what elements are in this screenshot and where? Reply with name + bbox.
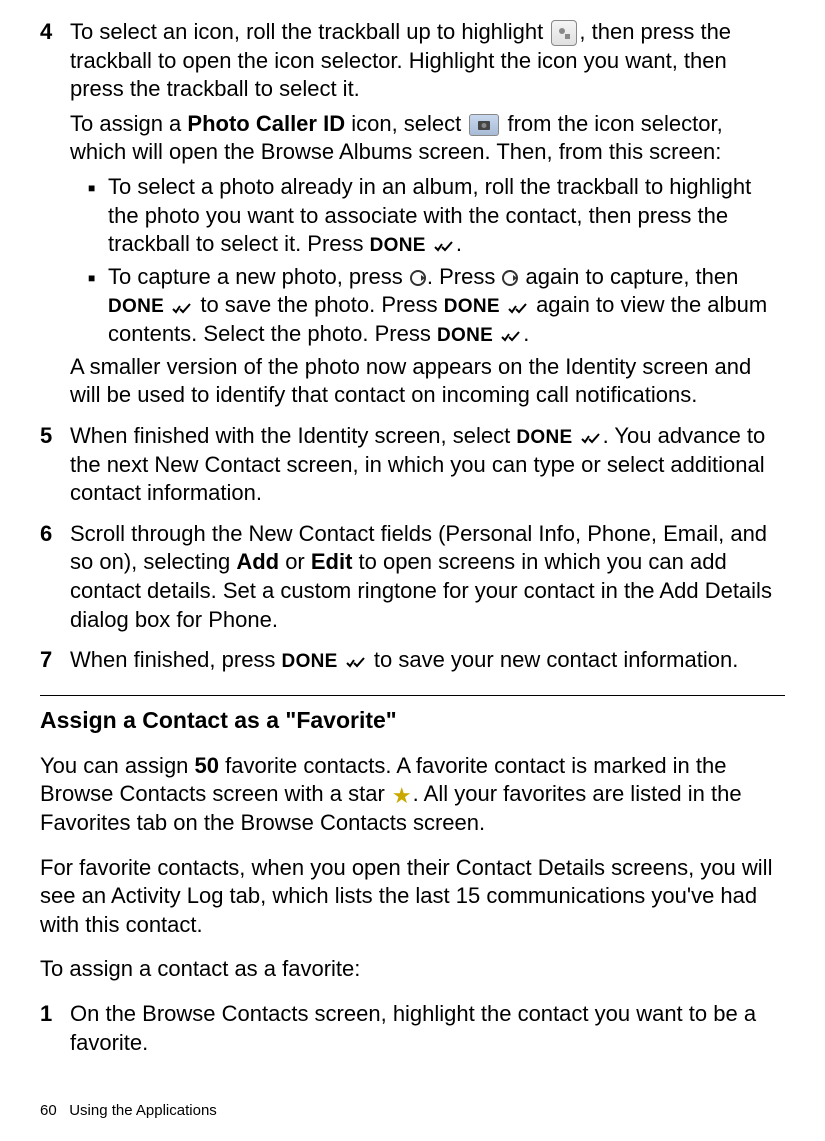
page-footer: 60 Using the Applications [40,1101,785,1121]
capture-icon [410,270,426,286]
step-number: 5 [40,422,70,514]
step-number: 1 [40,1000,70,1063]
favorites-intro: You can assign 50 favorite contacts. A f… [40,752,785,838]
step-number: 6 [40,520,70,640]
done-check-icon [346,657,366,669]
step-content: When finished with the Identity screen, … [70,422,785,514]
done-label: DONE [444,296,500,317]
page-number: 60 [40,1102,57,1119]
step-4: 4 To select an icon, roll the trackball … [40,18,785,416]
done-label: DONE [370,235,426,256]
step-content: When finished, press DONE to save your n… [70,646,785,681]
section-heading: Assign a Contact as a "Favorite" [40,706,785,736]
bullet-icon: ■ [88,263,108,349]
subitem-content: To capture a new photo, press . Press ag… [108,263,785,349]
step4-para1: To select an icon, roll the trackball up… [70,18,785,104]
step6-para1: Scroll through the New Contact fields (P… [70,520,785,634]
step7-para1: When finished, press DONE to save your n… [70,646,785,675]
step4-para2: To assign a Photo Caller ID icon, select… [70,110,785,167]
capture-icon [502,270,518,286]
done-check-icon [501,331,521,343]
fav-step1-text: On the Browse Contacts screen, highlight… [70,1000,785,1057]
sublist: ■ To select a photo already in an album,… [70,173,785,349]
done-label: DONE [108,296,164,317]
step-7: 7 When finished, press DONE to save your… [40,646,785,681]
step-6: 6 Scroll through the New Contact fields … [40,520,785,640]
done-check-icon [434,241,454,253]
subitem-content: To select a photo already in an album, r… [108,173,785,259]
step-content: To select an icon, roll the trackball up… [70,18,785,416]
fav-step-1: 1 On the Browse Contacts screen, highlig… [40,1000,785,1063]
camera-icon [469,114,499,136]
step-5: 5 When finished with the Identity screen… [40,422,785,514]
step-content: On the Browse Contacts screen, highlight… [70,1000,785,1063]
done-label: DONE [282,651,338,672]
step-number: 7 [40,646,70,681]
step4-para3: A smaller version of the photo now appea… [70,353,785,410]
step5-para1: When finished with the Identity screen, … [70,422,785,508]
subitem: ■ To capture a new photo, press . Press … [70,263,785,349]
favorites-howto-lead: To assign a contact as a favorite: [40,955,785,984]
done-label: DONE [437,325,493,346]
star-icon: ★ [392,785,412,807]
done-label: DONE [516,427,572,448]
done-check-icon [508,303,528,315]
section-divider [40,695,785,696]
favorites-activity-log: For favorite contacts, when you open the… [40,854,785,940]
bullet-icon: ■ [88,173,108,259]
done-check-icon [581,433,601,445]
done-check-icon [172,303,192,315]
step-number: 4 [40,18,70,416]
icon-selector-icon [551,20,577,46]
subitem: ■ To select a photo already in an album,… [70,173,785,259]
chapter-title: Using the Applications [69,1102,217,1119]
step-content: Scroll through the New Contact fields (P… [70,520,785,640]
